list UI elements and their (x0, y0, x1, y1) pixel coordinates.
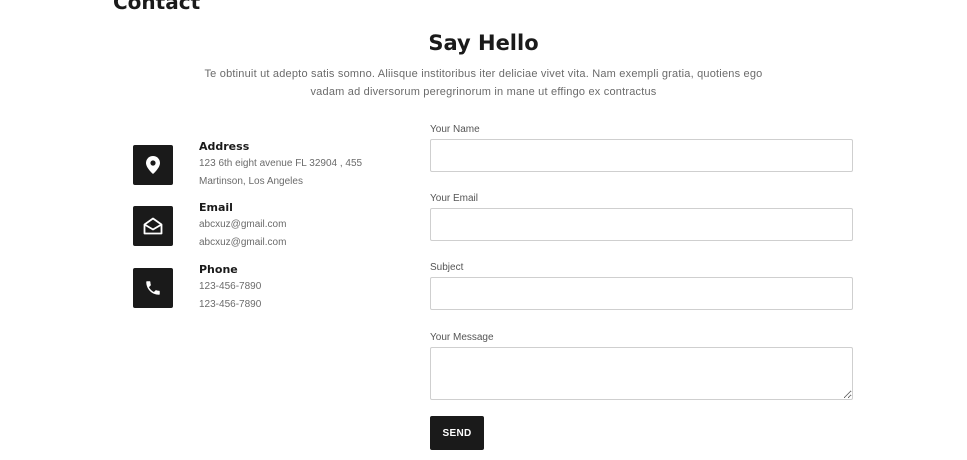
email-line-2[interactable]: abcxuz@gmail.com (199, 234, 399, 252)
email-label: Your Email (430, 193, 478, 204)
phone-line-1[interactable]: 123-456-7890 (199, 278, 399, 296)
address-line-2: Martinson, Los Angeles (199, 176, 303, 187)
subject-field[interactable] (430, 277, 853, 310)
email-line-1[interactable]: abcxuz@gmail.com (199, 216, 399, 234)
message-field[interactable] (430, 347, 853, 400)
map-pin-icon (133, 145, 173, 185)
envelope-open-icon (133, 206, 173, 246)
address-title: Address (199, 140, 250, 153)
address-line-1: 123 6th eight avenue FL 32904 , 455 (199, 158, 363, 169)
phone-line-2[interactable]: 123-456-7890 (199, 296, 399, 314)
subject-label: Subject (430, 262, 464, 273)
subtitle-line-2: vadam ad diversorum peregrinorum in mane… (310, 86, 657, 98)
message-label: Your Message (430, 332, 494, 343)
email-field[interactable] (430, 208, 853, 241)
phone-title: Phone (199, 263, 238, 276)
send-button[interactable]: SEND (430, 416, 484, 450)
page-heading: Contact (113, 0, 201, 14)
subtitle-line-1: Te obtinuit ut adepto satis somno. Aliis… (204, 68, 763, 80)
name-label: Your Name (430, 124, 480, 135)
name-field[interactable] (430, 139, 853, 172)
phone-icon (133, 268, 173, 308)
email-title: Email (199, 201, 233, 214)
say-hello-title: Say Hello (428, 31, 539, 55)
say-hello-subtitle: Te obtinuit ut adepto satis somno. Aliis… (190, 65, 777, 101)
